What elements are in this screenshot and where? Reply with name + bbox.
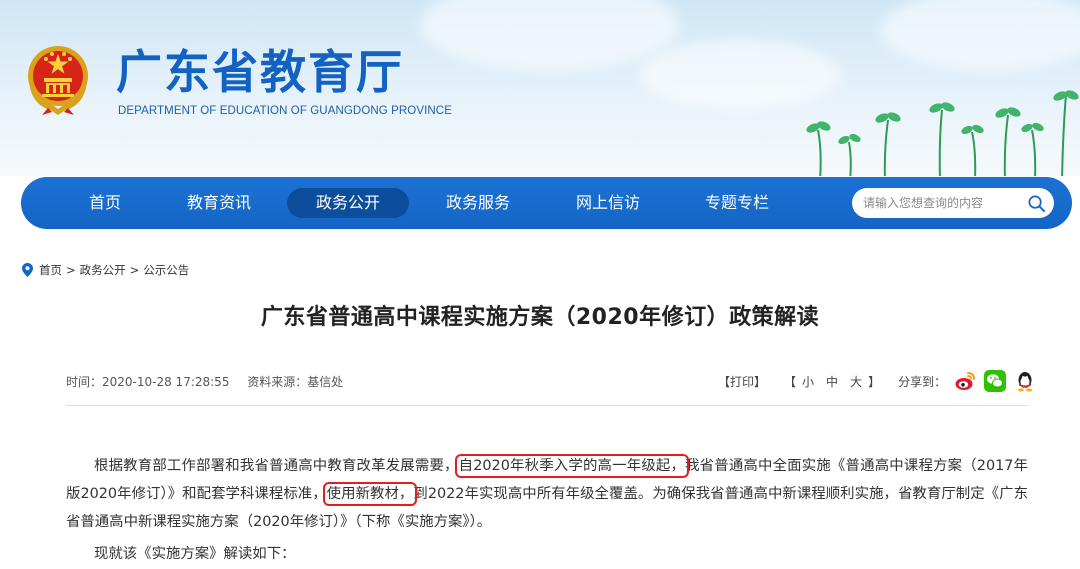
font-size-large-button[interactable]: 大	[850, 373, 862, 390]
article-tools: 【打印】 【 小 中 大 】 分享到：	[718, 370, 1036, 392]
font-size-open-bracket: 【	[784, 374, 797, 389]
nav-home[interactable]: 首页	[44, 188, 166, 218]
nav-online-petition[interactable]: 网上信访	[547, 188, 669, 218]
search-icon[interactable]	[1027, 194, 1046, 213]
header-banner: 广东省教育厅 DEPARTMENT OF EDUCATION OF GUANGD…	[0, 0, 1080, 176]
site-subtitle: DEPARTMENT OF EDUCATION OF GUANGDONG PRO…	[118, 105, 452, 117]
highlighted-text-start-date: 自2020年秋季入学的高一年级起，	[454, 454, 690, 478]
meta-divider	[66, 405, 1028, 406]
article-source: 资料来源：基信处	[247, 375, 344, 389]
nav-government-services[interactable]: 政务服务	[417, 188, 539, 218]
font-size-close-bracket: 】	[868, 374, 881, 389]
breadcrumb-separator: >	[66, 263, 76, 277]
banner-cloud	[880, 0, 1080, 70]
breadcrumb-government-affairs[interactable]: 政务公开	[80, 262, 126, 278]
nav-government-affairs[interactable]: 政务公开	[287, 188, 409, 218]
breadcrumb-separator: >	[129, 263, 140, 277]
main-nav: 首页 教育资讯 政务公开 政务服务 网上信访 专题专栏	[21, 177, 1072, 229]
national-emblem-icon	[28, 46, 88, 116]
nav-special-topics[interactable]: 专题专栏	[676, 188, 798, 218]
article-meta: 时间：2020-10-28 17:28:55 资料来源：基信处	[66, 373, 357, 390]
site-title: 广东省教育厅	[116, 45, 404, 99]
article-paragraph-2: 现就该《实施方案》解读如下：	[94, 546, 296, 562]
search-input[interactable]	[852, 188, 1022, 218]
font-size-medium-button[interactable]: 中	[826, 373, 838, 390]
nav-education-news[interactable]: 教育资讯	[158, 188, 280, 218]
location-pin-icon	[22, 263, 33, 277]
search-box	[852, 188, 1054, 218]
publish-time: 时间：2020-10-28 17:28:55	[66, 375, 230, 389]
highlighted-text-new-textbooks: 使用新教材，	[322, 482, 418, 506]
qq-icon[interactable]	[1014, 370, 1036, 392]
breadcrumb: 首页 > 政务公开 > 公示公告	[22, 262, 189, 278]
breadcrumb-announcements[interactable]: 公示公告	[143, 262, 189, 278]
breadcrumb-home[interactable]: 首页	[39, 262, 62, 278]
print-button[interactable]: 【打印】	[718, 373, 766, 390]
font-size-small-button[interactable]: 小	[802, 373, 814, 390]
article-paragraph-1: 根据教育部工作部署和我省普通高中教育改革发展需要，自2020年秋季入学的高一年级…	[66, 452, 1028, 536]
article-title: 广东省普通高中课程实施方案（2020年修订）政策解读	[260, 305, 820, 330]
weibo-icon[interactable]	[954, 370, 976, 392]
paragraph-text: 根据教育部工作部署和我省普通高中教育改革发展需要，	[94, 458, 459, 474]
wechat-icon[interactable]	[984, 370, 1007, 392]
sprouts-decoration-icon	[806, 90, 1079, 176]
share-label: 分享到：	[898, 374, 947, 389]
banner-cloud	[420, 0, 680, 70]
